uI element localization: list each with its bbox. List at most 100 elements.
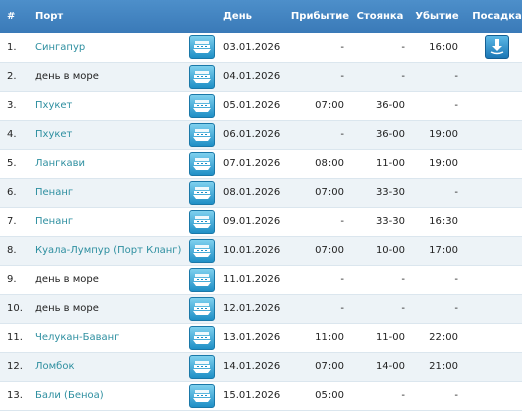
day-cell: 09.01.2026 xyxy=(223,216,281,227)
arrival-cell: 11:00 xyxy=(315,332,344,343)
row-number: 1. xyxy=(7,41,17,53)
ship-icon[interactable] xyxy=(189,209,215,234)
row-number: 13. xyxy=(7,390,23,401)
port-link[interactable]: Пхукет xyxy=(35,120,189,149)
ship-icon[interactable] xyxy=(189,35,215,60)
stay-cell: 11-00 xyxy=(375,158,405,169)
arrival-cell: 05:00 xyxy=(315,390,344,401)
day-cell: 15.01.2026 xyxy=(223,390,281,401)
arrival-cell: - xyxy=(340,303,344,314)
port-name: день в море xyxy=(35,294,189,323)
arrival-cell: - xyxy=(340,71,344,82)
port-label[interactable]: Сингапур xyxy=(35,42,85,53)
row-number: 6. xyxy=(7,187,17,198)
ship-icon[interactable] xyxy=(189,93,215,118)
stay-cell: 36-00 xyxy=(375,129,405,140)
ship-cell xyxy=(189,62,223,91)
arrival-cell: 07:00 xyxy=(315,361,344,372)
ship-icon[interactable] xyxy=(189,151,215,176)
table-row: 3. Пхукет 05.01.2026 07:00 36-00 - xyxy=(0,91,522,120)
day-cell: 08.01.2026 xyxy=(223,187,281,198)
header-port: Порт xyxy=(35,0,189,33)
port-link[interactable]: Пенанг xyxy=(35,178,189,207)
embark-cell xyxy=(465,62,522,91)
port-label[interactable]: Пхукет xyxy=(35,100,72,111)
row-number: 10. xyxy=(7,303,23,314)
port-link[interactable]: Ломбок xyxy=(35,352,189,381)
itinerary-body: 1. Сингапур 03.01.2026 - - 16:00 2. день в море… xyxy=(0,33,522,410)
day-cell: 04.01.2026 xyxy=(223,71,281,82)
ship-icon[interactable] xyxy=(189,354,215,379)
port-label[interactable]: Куала-Лумпур (Порт Кланг) xyxy=(35,245,181,256)
table-row: 4. Пхукет 06.01.2026 - 36-00 19:00 xyxy=(0,120,522,149)
embark-cell xyxy=(465,265,522,294)
header-row: # Порт День Прибытие Стоянка Убытие Поса… xyxy=(0,0,522,33)
departure-cell: 19:00 xyxy=(429,158,458,169)
header-embark: Посадка xyxy=(465,0,522,33)
ship-icon[interactable] xyxy=(189,296,215,321)
arrival-cell: - xyxy=(340,274,344,285)
port-link[interactable]: Куала-Лумпур (Порт Кланг) xyxy=(35,236,189,265)
departure-cell: - xyxy=(454,71,458,82)
ship-icon[interactable] xyxy=(189,267,215,292)
row-number: 11. xyxy=(7,332,23,343)
ship-cell xyxy=(189,91,223,120)
port-link[interactable]: Бали (Беноа) xyxy=(35,381,189,410)
ship-cell xyxy=(189,149,223,178)
ship-icon[interactable] xyxy=(189,325,215,350)
arrival-cell: - xyxy=(340,41,344,53)
day-cell: 05.01.2026 xyxy=(223,100,281,111)
port-link[interactable]: Челукан-Баванг xyxy=(35,323,189,352)
port-label[interactable]: Лангкави xyxy=(35,158,85,169)
ship-icon[interactable] xyxy=(189,180,215,205)
departure-cell: - xyxy=(454,390,458,401)
table-row: 2. день в море 04.01.2026 - - - xyxy=(0,62,522,91)
port-label[interactable]: Челукан-Баванг xyxy=(35,332,119,343)
table-row: 9. день в море 11.01.2026 - - - xyxy=(0,265,522,294)
departure-cell: - xyxy=(454,303,458,314)
day-cell: 13.01.2026 xyxy=(223,332,281,343)
embark-cell xyxy=(465,352,522,381)
header-day: День xyxy=(223,0,289,33)
embark-download-icon[interactable] xyxy=(485,35,509,60)
port-label[interactable]: Ломбок xyxy=(35,361,75,372)
day-cell: 06.01.2026 xyxy=(223,129,281,140)
table-row: 7. Пенанг 09.01.2026 - 33-30 16:30 xyxy=(0,207,522,236)
port-link[interactable]: Пенанг xyxy=(35,207,189,236)
port-link[interactable]: Пхукет xyxy=(35,91,189,120)
ship-cell xyxy=(189,265,223,294)
port-link[interactable]: Сингапур xyxy=(35,33,189,62)
ship-cell xyxy=(189,33,223,62)
ship-cell xyxy=(189,352,223,381)
row-number: 7. xyxy=(7,216,17,227)
row-number: 8. xyxy=(7,245,17,256)
ship-icon[interactable] xyxy=(189,64,215,89)
departure-cell: 21:00 xyxy=(429,361,458,372)
header-departure: Убытие xyxy=(409,0,465,33)
day-cell: 11.01.2026 xyxy=(223,274,281,285)
row-number: 2. xyxy=(7,71,17,82)
itinerary-header: # Порт День Прибытие Стоянка Убытие Поса… xyxy=(0,0,522,33)
embark-cell xyxy=(465,149,522,178)
row-number: 5. xyxy=(7,158,17,169)
header-arrival: Прибытие xyxy=(289,0,351,33)
ship-icon[interactable] xyxy=(189,383,215,408)
ship-icon[interactable] xyxy=(189,238,215,263)
port-link[interactable]: Лангкави xyxy=(35,149,189,178)
stay-cell: - xyxy=(401,71,405,82)
port-label[interactable]: Пенанг xyxy=(35,216,73,227)
port-label[interactable]: Пхукет xyxy=(35,129,72,140)
table-row: 12. Ломбок 14.01.2026 07:00 14-00 21:00 xyxy=(0,352,522,381)
table-row: 1. Сингапур 03.01.2026 - - 16:00 xyxy=(0,33,522,62)
row-number: 4. xyxy=(7,129,17,140)
port-label[interactable]: Бали (Беноа) xyxy=(35,390,104,401)
departure-cell: 16:30 xyxy=(429,216,458,227)
departure-cell: 17:00 xyxy=(429,245,458,256)
stay-cell: 33-30 xyxy=(375,216,405,227)
embark-cell xyxy=(465,294,522,323)
stay-cell: 10-00 xyxy=(375,245,405,256)
ship-icon[interactable] xyxy=(189,122,215,147)
arrival-cell: 07:00 xyxy=(315,100,344,111)
arrival-cell: 07:00 xyxy=(315,187,344,198)
port-label[interactable]: Пенанг xyxy=(35,187,73,198)
